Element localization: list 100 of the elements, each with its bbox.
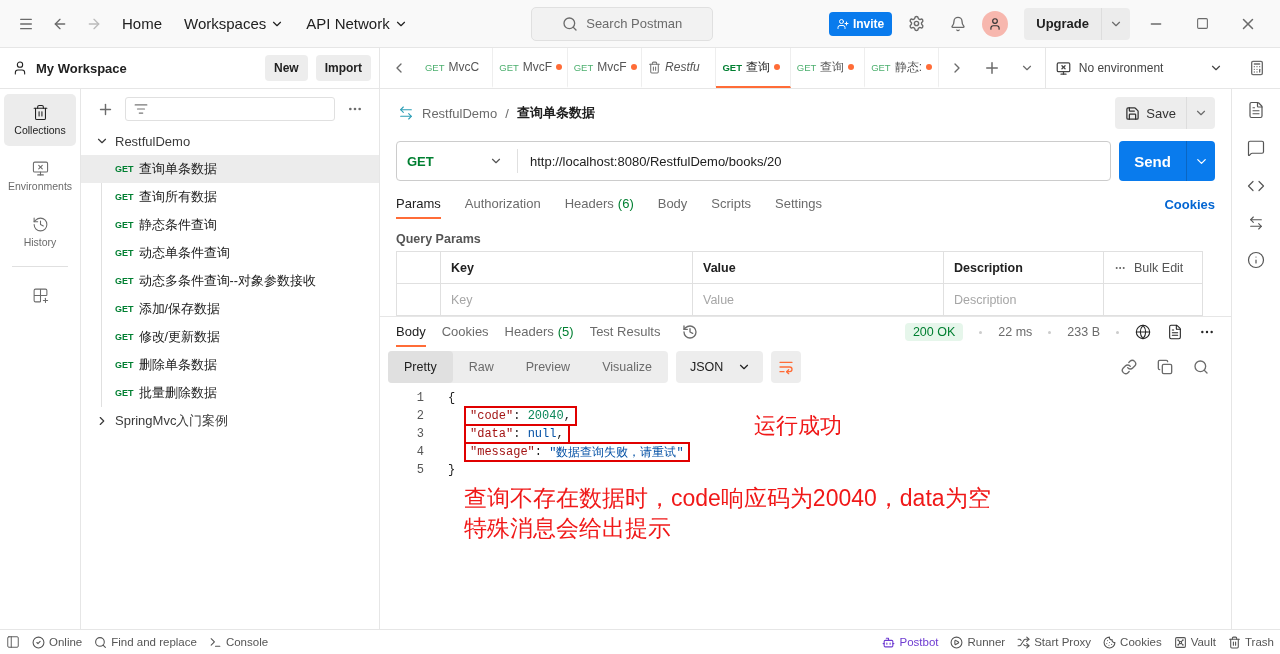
line-number: 3: [415, 427, 424, 441]
breadcrumb-item: 查询单条数据: [516, 104, 595, 122]
status-item[interactable]: Trash: [1228, 635, 1274, 649]
nav-link[interactable]: API Network: [298, 15, 416, 32]
code-line: {: [447, 390, 457, 407]
trash-icon: [1228, 635, 1241, 649]
status-item[interactable]: Console: [208, 635, 269, 649]
environment-selector[interactable]: No environment: [1044, 48, 1234, 88]
request-section-tab[interactable]: Scripts: [711, 189, 752, 219]
request-item[interactable]: GET 查询单条数据: [81, 155, 379, 183]
status-item[interactable]: Runner: [950, 635, 1006, 649]
new-button[interactable]: New: [264, 55, 308, 81]
request-item[interactable]: GET 静态条件查询: [81, 211, 379, 239]
nav-link[interactable]: Workspaces: [176, 15, 293, 32]
line-number: 2: [415, 409, 424, 423]
cookies-link[interactable]: Cookies: [1164, 196, 1215, 212]
cookie-icon: [1103, 635, 1117, 649]
status-item[interactable]: Start Proxy: [1017, 635, 1092, 649]
request-item[interactable]: GET 动态多条件查询--对象参数接收: [81, 267, 379, 295]
request-tab[interactable]: GET MvcC: [418, 48, 494, 88]
sidebar-item[interactable]: History: [4, 206, 76, 258]
request-item[interactable]: GET 批量删除数据: [81, 379, 379, 407]
line-number: 5: [415, 463, 424, 477]
response-time: 22 ms: [998, 325, 1033, 339]
request-tab[interactable]: GET MvcF: [493, 48, 568, 88]
check-circle-icon: [32, 635, 45, 649]
request-tab[interactable]: GET 查询: [790, 48, 866, 88]
response-tab[interactable]: Body: [396, 317, 426, 347]
line-number: 1: [415, 391, 424, 405]
http-icon: [398, 105, 414, 121]
status-item[interactable]: Vault: [1173, 635, 1216, 649]
request-tab[interactable]: GET MvcF: [567, 48, 643, 88]
search-field[interactable]: Search Postman: [531, 6, 714, 41]
status-item[interactable]: Cookies: [1103, 635, 1162, 649]
request-section-tab[interactable]: Params: [396, 189, 441, 219]
filter-icon: [134, 102, 148, 116]
response-tab[interactable]: Headers (5): [504, 317, 574, 347]
collection-folder[interactable]: RestfulDemo: [81, 127, 379, 155]
bin-icon: [31, 104, 49, 121]
request-item[interactable]: GET 动态单条件查询: [81, 239, 379, 267]
code-line: }: [447, 462, 457, 479]
globe-icon: [1135, 324, 1151, 340]
floppy-icon: [1125, 105, 1141, 121]
request-section-tab[interactable]: Authorization: [464, 189, 541, 219]
status-badge: 200 OK: [904, 323, 964, 341]
import-button[interactable]: Import: [315, 55, 371, 81]
search-icon: [562, 15, 579, 32]
breadcrumb-item[interactable]: RestfulDemo: [422, 105, 498, 121]
column-header: Description: [944, 252, 1104, 284]
line-number: 4: [415, 445, 424, 459]
request-item[interactable]: GET 添加/保存数据: [81, 295, 379, 323]
monitor-icon: [1055, 60, 1071, 76]
breadcrumb-separator: /: [505, 105, 509, 121]
vault-icon: [1173, 635, 1187, 649]
request-item[interactable]: GET 修改/更新数据: [81, 323, 379, 351]
bulk-edit-link[interactable]: Bulk Edit: [1104, 252, 1202, 284]
shuffle-icon: [1017, 635, 1031, 649]
url-field[interactable]: GET http://localhost:8080/RestfulDemo/books/20: [396, 141, 1111, 181]
request-section-tab[interactable]: Body: [657, 189, 688, 219]
response-tab[interactable]: Cookies: [441, 317, 489, 347]
comment-icon: [1247, 139, 1265, 157]
sidebar-item[interactable]: Environments: [4, 150, 76, 202]
column-header: Key: [441, 252, 693, 284]
filter-field[interactable]: [125, 97, 335, 121]
example-icon: [1167, 324, 1183, 340]
view-tab[interactable]: Preview: [509, 351, 587, 383]
status-item[interactable]: Find and replace: [94, 635, 197, 649]
request-section-tab[interactable]: Settings: [775, 189, 823, 219]
user-icon: [12, 60, 28, 76]
response-tab[interactable]: Test Results: [589, 317, 661, 347]
annotation-note: 运行成功: [754, 412, 842, 440]
request-tab[interactable]: Restfu: [642, 48, 717, 88]
nav-link[interactable]: Home: [114, 15, 170, 32]
sidebar-toggle-icon: [6, 635, 20, 649]
annotation-note: 特殊消息会给出提示: [464, 514, 672, 543]
avatar-icon[interactable]: [982, 10, 1009, 37]
workspace-name: My Workspace: [36, 60, 128, 76]
sidebar-item[interactable]: Collections: [4, 94, 76, 146]
request-tab[interactable]: GET 查询: [716, 48, 791, 88]
format-selector[interactable]: JSON: [675, 351, 764, 383]
arrows-icon: [1248, 215, 1264, 231]
status-item[interactable]: Postbot: [882, 635, 939, 649]
document-icon: [1247, 101, 1265, 119]
info-icon: [1247, 251, 1265, 269]
request-section-tab[interactable]: Headers (6): [564, 189, 634, 219]
view-tab[interactable]: Pretty: [388, 351, 453, 383]
status-item[interactable]: Online: [32, 635, 83, 649]
view-tab[interactable]: Visualize: [586, 351, 668, 383]
request-item[interactable]: GET 查询所有数据: [81, 183, 379, 211]
request-tab[interactable]: GET 静态:: [865, 48, 940, 88]
section-title: Query Params: [395, 231, 482, 248]
request-item[interactable]: GET 删除单条数据: [81, 351, 379, 379]
view-tab[interactable]: Raw: [452, 351, 510, 383]
monitor-icon: [31, 160, 49, 177]
collection-folder[interactable]: SpringMvc入门案例: [81, 407, 379, 435]
bot-icon: [882, 635, 896, 649]
wrap-icon[interactable]: [771, 351, 802, 383]
terminal-icon: [208, 635, 222, 649]
invite-button[interactable]: Invite: [828, 11, 893, 36]
column-header: Value: [693, 252, 944, 284]
